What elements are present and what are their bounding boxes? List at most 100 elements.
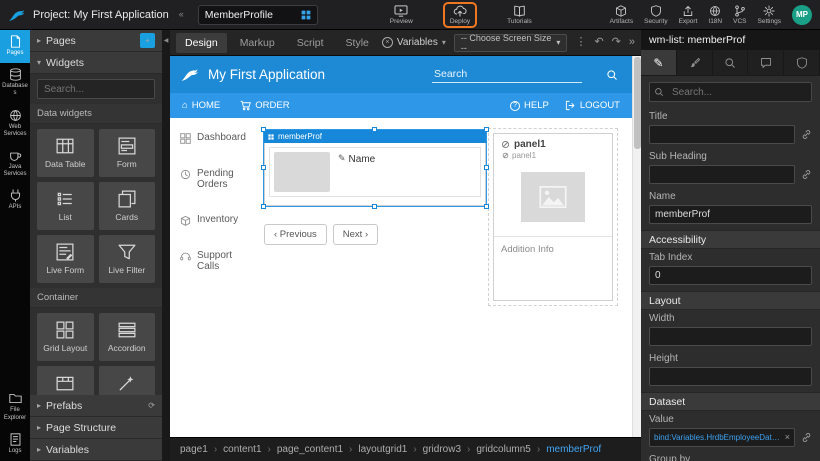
section-layout[interactable]: Layout [641, 291, 820, 310]
widget-tile-wizard[interactable]: Wizard [99, 366, 156, 395]
resize-handle[interactable] [372, 127, 377, 132]
variables-dropdown[interactable]: Variables [382, 37, 446, 48]
memberprof-list-widget[interactable]: memberProf Name [264, 130, 486, 206]
resize-handle[interactable] [261, 165, 266, 170]
left-panel-collapse-handle[interactable] [162, 30, 170, 461]
tab-index-input[interactable] [649, 266, 812, 285]
breadcrumb-memberprof[interactable]: memberProf [531, 444, 601, 455]
breadcrumb-gridcolumn5[interactable]: gridcolumn5 [461, 444, 531, 455]
collapse-header-icon[interactable] [179, 10, 184, 19]
vcs-button[interactable]: VCS [733, 5, 746, 25]
page-structure-section-header[interactable]: Page Structure [30, 417, 162, 439]
nav-item-help[interactable]: ? HELP [510, 100, 549, 111]
next-page-button[interactable]: Next › [333, 224, 378, 245]
clear-binding-icon[interactable] [785, 433, 790, 442]
page-switcher-grid-icon[interactable] [301, 10, 311, 20]
resize-handle[interactable] [372, 204, 377, 209]
deploy-button[interactable]: Deploy [450, 5, 470, 25]
rail-item-pages[interactable]: Pages [0, 30, 30, 63]
user-avatar[interactable]: MP [792, 5, 812, 25]
redo-icon[interactable] [612, 37, 621, 48]
section-accessibility[interactable]: Accessibility [641, 230, 820, 249]
tab-design[interactable]: Design [176, 33, 227, 53]
list-item-template[interactable]: Name [269, 147, 481, 197]
tab-script[interactable]: Script [288, 33, 333, 53]
rail-item-apis[interactable]: APIs [0, 184, 30, 217]
design-canvas[interactable]: My First Application HOME [170, 56, 641, 437]
resize-handle[interactable] [484, 165, 489, 170]
expand-right-panel-icon[interactable] [629, 37, 635, 48]
widget-tile-cards[interactable]: Cards [99, 182, 156, 230]
tab-styles[interactable] [677, 50, 713, 75]
tab-search[interactable] [713, 50, 749, 75]
security-button[interactable]: Security [644, 5, 667, 25]
add-page-button[interactable] [140, 33, 155, 48]
tab-events[interactable] [748, 50, 784, 75]
tab-style[interactable]: Style [337, 33, 378, 53]
widget-tile-accordion[interactable]: Accordion [99, 313, 156, 361]
panel-grid-column[interactable]: panel1 panel1 [488, 128, 618, 306]
widget-tile-form[interactable]: Form [99, 129, 156, 177]
pages-section-header[interactable]: Pages [30, 30, 162, 52]
widgets-section-header[interactable]: Widgets [30, 52, 162, 74]
name-input[interactable] [649, 205, 812, 224]
preview-button[interactable]: Preview [390, 5, 413, 25]
rail-item-java-services[interactable]: Java Services [0, 144, 30, 184]
widget-tile-live-form[interactable]: Live Form [37, 235, 94, 283]
rail-item-logs[interactable]: Logs [0, 428, 30, 461]
widget-tile-grid-layout[interactable]: Grid Layout [37, 313, 94, 361]
resize-handle[interactable] [261, 127, 266, 132]
undo-icon[interactable] [594, 37, 603, 48]
panel-image-placeholder[interactable] [521, 172, 585, 222]
height-input[interactable] [649, 367, 812, 386]
app-search-input[interactable] [432, 66, 582, 83]
rail-item-databases[interactable]: Databases [0, 63, 30, 103]
more-options-icon[interactable] [575, 37, 586, 48]
sidebar-item-support-calls[interactable]: Support Calls [180, 250, 250, 272]
scrollbar-thumb[interactable] [634, 57, 641, 149]
sidebar-item-dashboard[interactable]: Dashboard [180, 132, 250, 144]
tutorials-button[interactable]: Tutorials [507, 5, 532, 25]
previous-page-button[interactable]: ‹ Previous [264, 224, 327, 245]
bind-value-icon[interactable] [801, 432, 812, 443]
widget-tile-data-table[interactable]: Data Table [37, 129, 94, 177]
i18n-button[interactable]: I18N [708, 5, 722, 25]
prefabs-section-header[interactable]: Prefabs [30, 395, 162, 417]
app-search-icon[interactable] [606, 69, 618, 81]
panel1-widget[interactable]: panel1 panel1 [493, 133, 613, 301]
resize-handle[interactable] [261, 204, 266, 209]
rail-item-web-services[interactable]: Web Services [0, 104, 30, 144]
variables-section-header[interactable]: Variables [30, 439, 162, 461]
tab-properties[interactable] [641, 50, 677, 75]
breadcrumb-layoutgrid1[interactable]: layoutgrid1 [343, 444, 407, 455]
screen-size-select[interactable]: -- Choose Screen Size -- [454, 34, 568, 52]
page-tab-memberprofile[interactable]: MemberProfile [198, 5, 318, 25]
resize-handle[interactable] [484, 127, 489, 132]
breadcrumb-gridrow3[interactable]: gridrow3 [407, 444, 461, 455]
settings-button[interactable]: Settings [758, 5, 782, 25]
width-input[interactable] [649, 327, 812, 346]
resize-handle[interactable] [484, 204, 489, 209]
rail-item-file-explorer[interactable]: File Explorer [0, 387, 30, 427]
section-dataset[interactable]: Dataset [641, 392, 820, 411]
breadcrumb-page1[interactable]: page1 [180, 444, 208, 455]
sidebar-item-pending-orders[interactable]: Pending Orders [180, 168, 250, 190]
breadcrumb-content1[interactable]: content1 [208, 444, 262, 455]
bind-sub-heading-icon[interactable] [801, 169, 812, 180]
sidebar-item-inventory[interactable]: Inventory [180, 214, 250, 226]
value-binding-box[interactable]: bind:Variables.HrdbEmployeeData.data [649, 428, 795, 447]
widget-tile-tabs[interactable]: Tabs [37, 366, 94, 395]
nav-item-home[interactable]: HOME [182, 100, 220, 111]
bind-title-icon[interactable] [801, 129, 812, 140]
canvas-vertical-scrollbar[interactable] [632, 56, 641, 437]
breadcrumb-page-content1[interactable]: page_content1 [262, 444, 344, 455]
prefabs-refresh-icon[interactable] [148, 402, 155, 410]
nav-item-order[interactable]: ORDER [240, 100, 289, 111]
title-input[interactable] [649, 125, 795, 144]
widget-tile-list[interactable]: List [37, 182, 94, 230]
app-header[interactable]: My First Application [170, 56, 632, 93]
properties-search-input[interactable] [649, 82, 812, 102]
export-button[interactable]: Export [679, 5, 698, 25]
tab-security[interactable] [784, 50, 820, 75]
widget-search-input[interactable] [37, 79, 155, 99]
